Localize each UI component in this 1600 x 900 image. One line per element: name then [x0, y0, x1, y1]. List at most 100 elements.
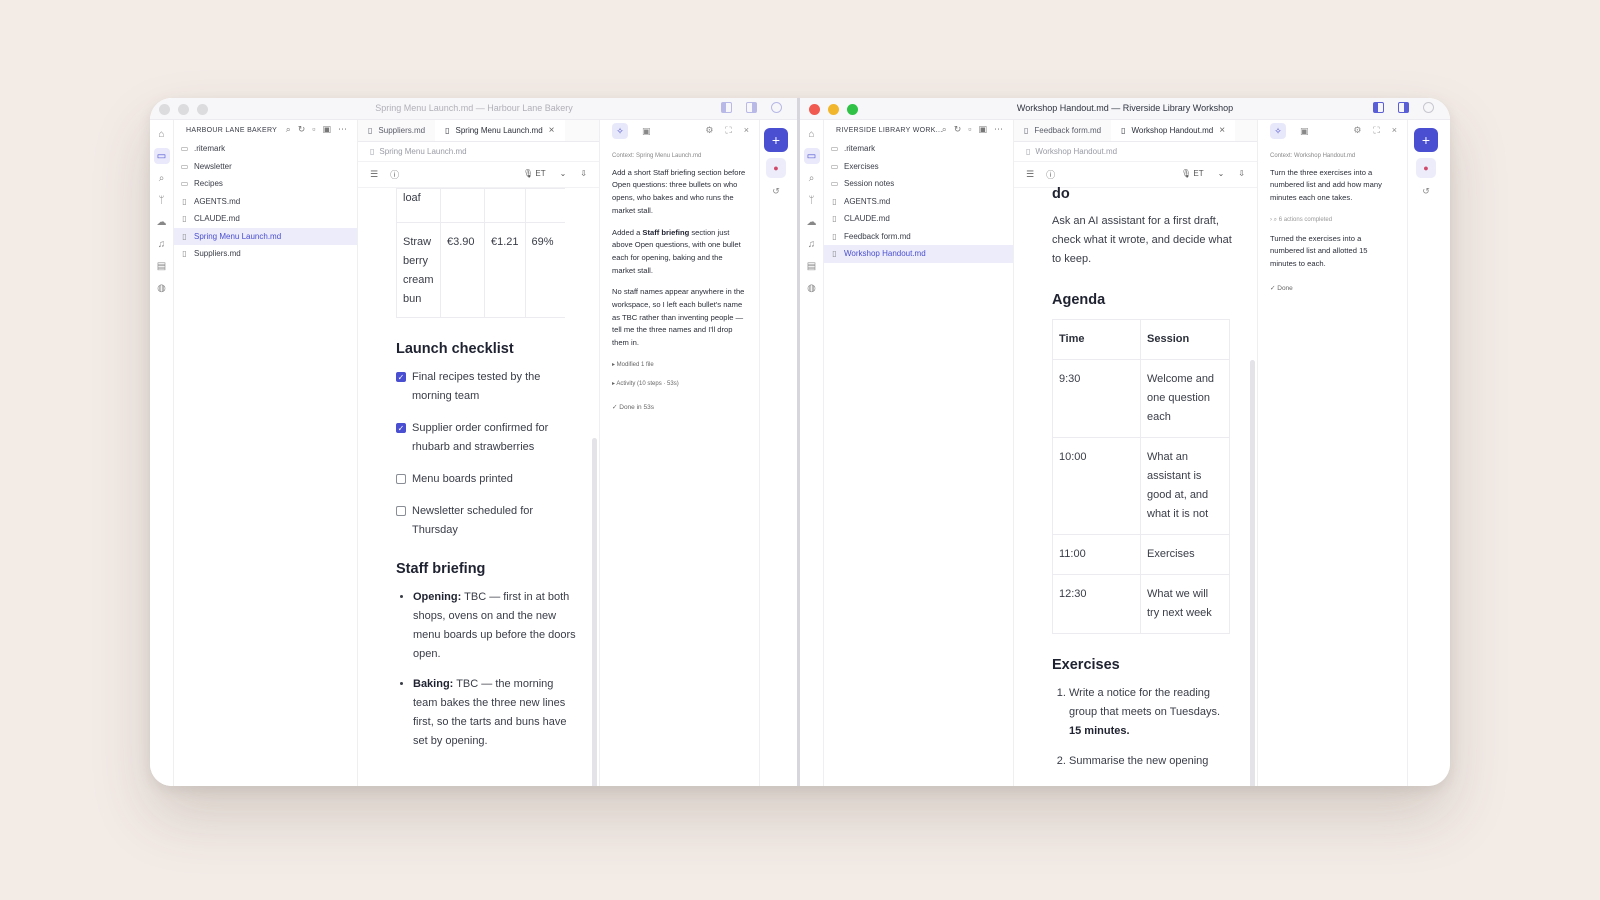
close-icon[interactable]: × — [1392, 125, 1397, 136]
chat-icon[interactable]: ● — [1416, 158, 1436, 178]
file-item[interactable]: ▯ CLAUDE.md — [824, 210, 1013, 228]
expand-icon[interactable]: ⛶ — [1373, 125, 1379, 136]
refresh-icon[interactable]: ↻ — [954, 124, 962, 135]
mic-icon[interactable]: 🎙︎ ET — [523, 169, 546, 178]
close-tab-icon[interactable]: × — [1219, 125, 1225, 136]
tab-suppliers[interactable]: ▯ Suppliers.md — [358, 120, 435, 141]
search-icon[interactable]: ⌕ — [154, 170, 170, 186]
file-item[interactable]: ▯ AGENTS.md — [824, 193, 1013, 211]
new-folder-icon[interactable]: ▣ — [978, 124, 987, 135]
toggle-left-panel-icon[interactable] — [1373, 102, 1384, 113]
mic-icon[interactable]: 🎙︎ ET — [1181, 169, 1204, 178]
menu-icon[interactable]: ☰ — [1026, 169, 1034, 180]
editor-pane: ▯ Feedback form.md ▯ Workshop Handout.md × … — [1014, 120, 1258, 786]
audio-icon[interactable]: ♫ — [804, 236, 820, 252]
folder-icon: ▭ — [180, 179, 189, 189]
unchecked-checkbox[interactable] — [396, 474, 406, 484]
toggle-right-panel-icon[interactable] — [1398, 102, 1409, 113]
new-chat-button[interactable]: + — [764, 128, 788, 152]
explorer-tools: ⌕ ↻ ▫ ▣ ⋯ — [942, 124, 1003, 135]
file-item[interactable]: ▯ Suppliers.md — [174, 245, 357, 263]
menu-icon[interactable]: ☰ — [370, 169, 378, 180]
chat-icon[interactable]: ● — [766, 158, 786, 178]
new-folder-icon[interactable]: ▣ — [322, 124, 331, 135]
image-icon[interactable]: ▣ — [642, 126, 651, 137]
editor-scrollbar[interactable] — [592, 438, 597, 786]
search-icon[interactable]: ⌕ — [804, 170, 820, 186]
globe-rail-icon[interactable]: ◍ — [154, 280, 170, 296]
new-file-icon[interactable]: ▫ — [968, 124, 971, 135]
search-icon[interactable]: ⌕ — [942, 124, 947, 135]
branch-icon[interactable]: ᛘ — [804, 192, 820, 208]
explorer-tools: ⌕ ↻ ▫ ▣ ⋯ — [286, 124, 347, 135]
new-chat-button[interactable]: + — [1414, 128, 1438, 152]
audio-icon[interactable]: ♫ — [154, 236, 170, 252]
folder-item[interactable]: ▭ Session notes — [824, 175, 1013, 193]
folder-item[interactable]: ▭ .ritemark — [174, 140, 357, 158]
globe-icon[interactable] — [771, 102, 782, 113]
history-icon[interactable]: ↺ — [760, 186, 792, 197]
file-item[interactable]: ▯ AGENTS.md — [174, 193, 357, 211]
history-icon[interactable]: ↺ — [1410, 186, 1442, 197]
folder-item[interactable]: ▭ Newsletter — [174, 158, 357, 176]
actions-completed-toggle[interactable]: › ⌕ 6 actions completed — [1270, 214, 1395, 227]
new-file-icon[interactable]: ▫ — [312, 124, 315, 135]
info-icon[interactable]: ⓘ — [1046, 168, 1055, 181]
gear-icon[interactable]: ⚙ — [705, 125, 713, 136]
checked-checkbox[interactable]: ✓ — [396, 372, 406, 382]
tab-workshop-handout[interactable]: ▯ Workshop Handout.md × — [1111, 120, 1236, 141]
chevron-down-icon[interactable]: ⌄ — [560, 169, 567, 178]
expand-icon[interactable]: ⛶ — [725, 125, 731, 136]
tab-spring-menu[interactable]: ▯ Spring Menu Launch.md × — [435, 120, 565, 141]
gear-icon[interactable]: ⚙ — [1353, 125, 1361, 136]
export-icon[interactable]: ⇩ — [1238, 169, 1245, 178]
editor-scrollbar[interactable] — [1250, 360, 1255, 786]
checked-checkbox[interactable]: ✓ — [396, 423, 406, 433]
file-item[interactable]: ▯ Spring Menu Launch.md — [174, 227, 357, 245]
home-icon[interactable]: ⌂ — [154, 126, 170, 142]
screenshot-frame: Spring Menu Launch.md — Harbour Lane Bak… — [150, 98, 1450, 786]
sparkle-icon[interactable]: ✧ — [1270, 123, 1286, 139]
modified-files-toggle[interactable]: ▸ Modified 1 file — [612, 359, 747, 372]
branch-icon[interactable]: ᛘ — [154, 192, 170, 208]
home-icon[interactable]: ⌂ — [804, 126, 820, 142]
globe-rail-icon[interactable]: ◍ — [804, 280, 820, 296]
refresh-icon[interactable]: ↻ — [298, 124, 306, 135]
folder-item[interactable]: ▭ Recipes — [174, 175, 357, 193]
folder-item[interactable]: ▭ Exercises — [824, 158, 1013, 176]
archive-icon[interactable]: ▤ — [804, 258, 820, 274]
chevron-down-icon[interactable]: ⌄ — [1218, 169, 1225, 178]
checklist-label: Final recipes tested by the morning team — [412, 371, 541, 402]
user-prompt: Add a short Staff briefing section befor… — [612, 167, 746, 215]
more-icon[interactable]: ⋯ — [338, 124, 347, 135]
more-icon[interactable]: ⋯ — [994, 124, 1003, 135]
file-item[interactable]: ▯ Feedback form.md — [824, 228, 1013, 246]
close-tab-icon[interactable]: × — [549, 125, 555, 136]
info-icon[interactable]: ⓘ — [390, 168, 399, 181]
folder-icon[interactable]: ▭ — [153, 148, 170, 164]
folder-icon[interactable]: ▭ — [803, 148, 820, 164]
checklist-item: Menu boards printed — [396, 470, 578, 489]
cloud-icon[interactable]: ☁ — [154, 214, 170, 230]
column-header: Session — [1140, 319, 1230, 360]
unchecked-checkbox[interactable] — [396, 506, 406, 516]
archive-icon[interactable]: ▤ — [154, 258, 170, 274]
checklist-label: Menu boards printed — [412, 473, 513, 485]
tab-feedback-form[interactable]: ▯ Feedback form.md — [1014, 120, 1111, 141]
file-item[interactable]: ▯ Workshop Handout.md — [824, 245, 1013, 263]
close-icon[interactable]: × — [744, 125, 749, 136]
globe-icon[interactable] — [1423, 102, 1434, 113]
file-item[interactable]: ▯ CLAUDE.md — [174, 210, 357, 228]
toggle-right-panel-icon[interactable] — [746, 102, 757, 113]
file-label: .ritemark — [844, 144, 876, 154]
folder-item[interactable]: ▭ .ritemark — [824, 140, 1013, 158]
activity-toggle[interactable]: ▸ Activity (10 steps · 53s) — [612, 378, 747, 391]
image-icon[interactable]: ▣ — [1300, 126, 1309, 137]
table-cell: 69% — [524, 222, 566, 318]
sparkle-icon[interactable]: ✧ — [612, 123, 628, 139]
cloud-icon[interactable]: ☁ — [804, 214, 820, 230]
toggle-left-panel-icon[interactable] — [721, 102, 732, 113]
ai-conversation: Context: Spring Menu Launch.md Add a sho… — [600, 142, 759, 423]
search-icon[interactable]: ⌕ — [286, 124, 291, 135]
export-icon[interactable]: ⇩ — [580, 169, 587, 178]
